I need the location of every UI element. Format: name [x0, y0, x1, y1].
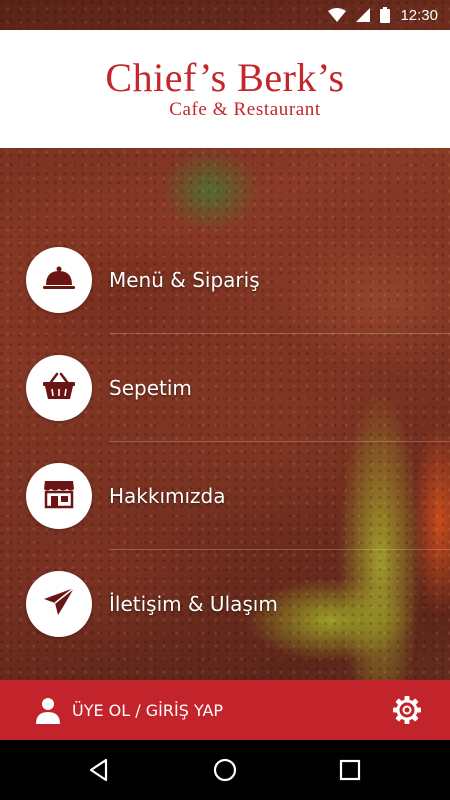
menu-icon-circle	[26, 571, 92, 637]
menu-item-label: Sepetim	[109, 376, 192, 400]
signup-login-link[interactable]: ÜYE OL / GİRİŞ YAP	[72, 701, 223, 720]
battery-icon	[380, 7, 391, 23]
menu-item-label: Menü & Sipariş	[109, 268, 260, 292]
menu-item-basket[interactable]: Sepetim	[0, 334, 450, 442]
menu-item-about[interactable]: Hakkımızda	[0, 442, 450, 550]
basket-icon	[42, 372, 76, 404]
wifi-icon	[328, 8, 347, 22]
back-icon[interactable]	[86, 757, 112, 787]
status-bar: 12:30	[0, 0, 450, 30]
brand-subtitle: Cafe & Restaurant	[169, 99, 321, 120]
account-bar: ÜYE OL / GİRİŞ YAP	[0, 680, 450, 740]
settings-gear-icon[interactable]	[392, 695, 422, 729]
recents-icon[interactable]	[337, 757, 363, 787]
cloche-icon	[42, 264, 76, 296]
menu-item-contact[interactable]: İletişim & Ulaşım	[0, 550, 450, 658]
menu-item-menu-order[interactable]: Menü & Sipariş	[0, 226, 450, 334]
brand-name: Chief’s Berk’s	[105, 55, 345, 100]
menu-icon-circle	[26, 355, 92, 421]
user-icon[interactable]	[34, 696, 62, 728]
menu-item-label: Hakkımızda	[109, 484, 226, 508]
menu-item-label: İletişim & Ulaşım	[109, 592, 278, 616]
home-icon[interactable]	[212, 757, 238, 787]
menu-icon-circle	[26, 463, 92, 529]
menu-icon-circle	[26, 247, 92, 313]
status-time: 12:30	[400, 6, 438, 24]
storefront-icon	[43, 479, 75, 513]
system-nav-bar	[0, 740, 450, 800]
signal-icon	[356, 8, 371, 22]
app-header: Chief’s Berk’s Cafe & Restaurant	[0, 30, 450, 148]
paper-plane-icon	[43, 587, 75, 621]
